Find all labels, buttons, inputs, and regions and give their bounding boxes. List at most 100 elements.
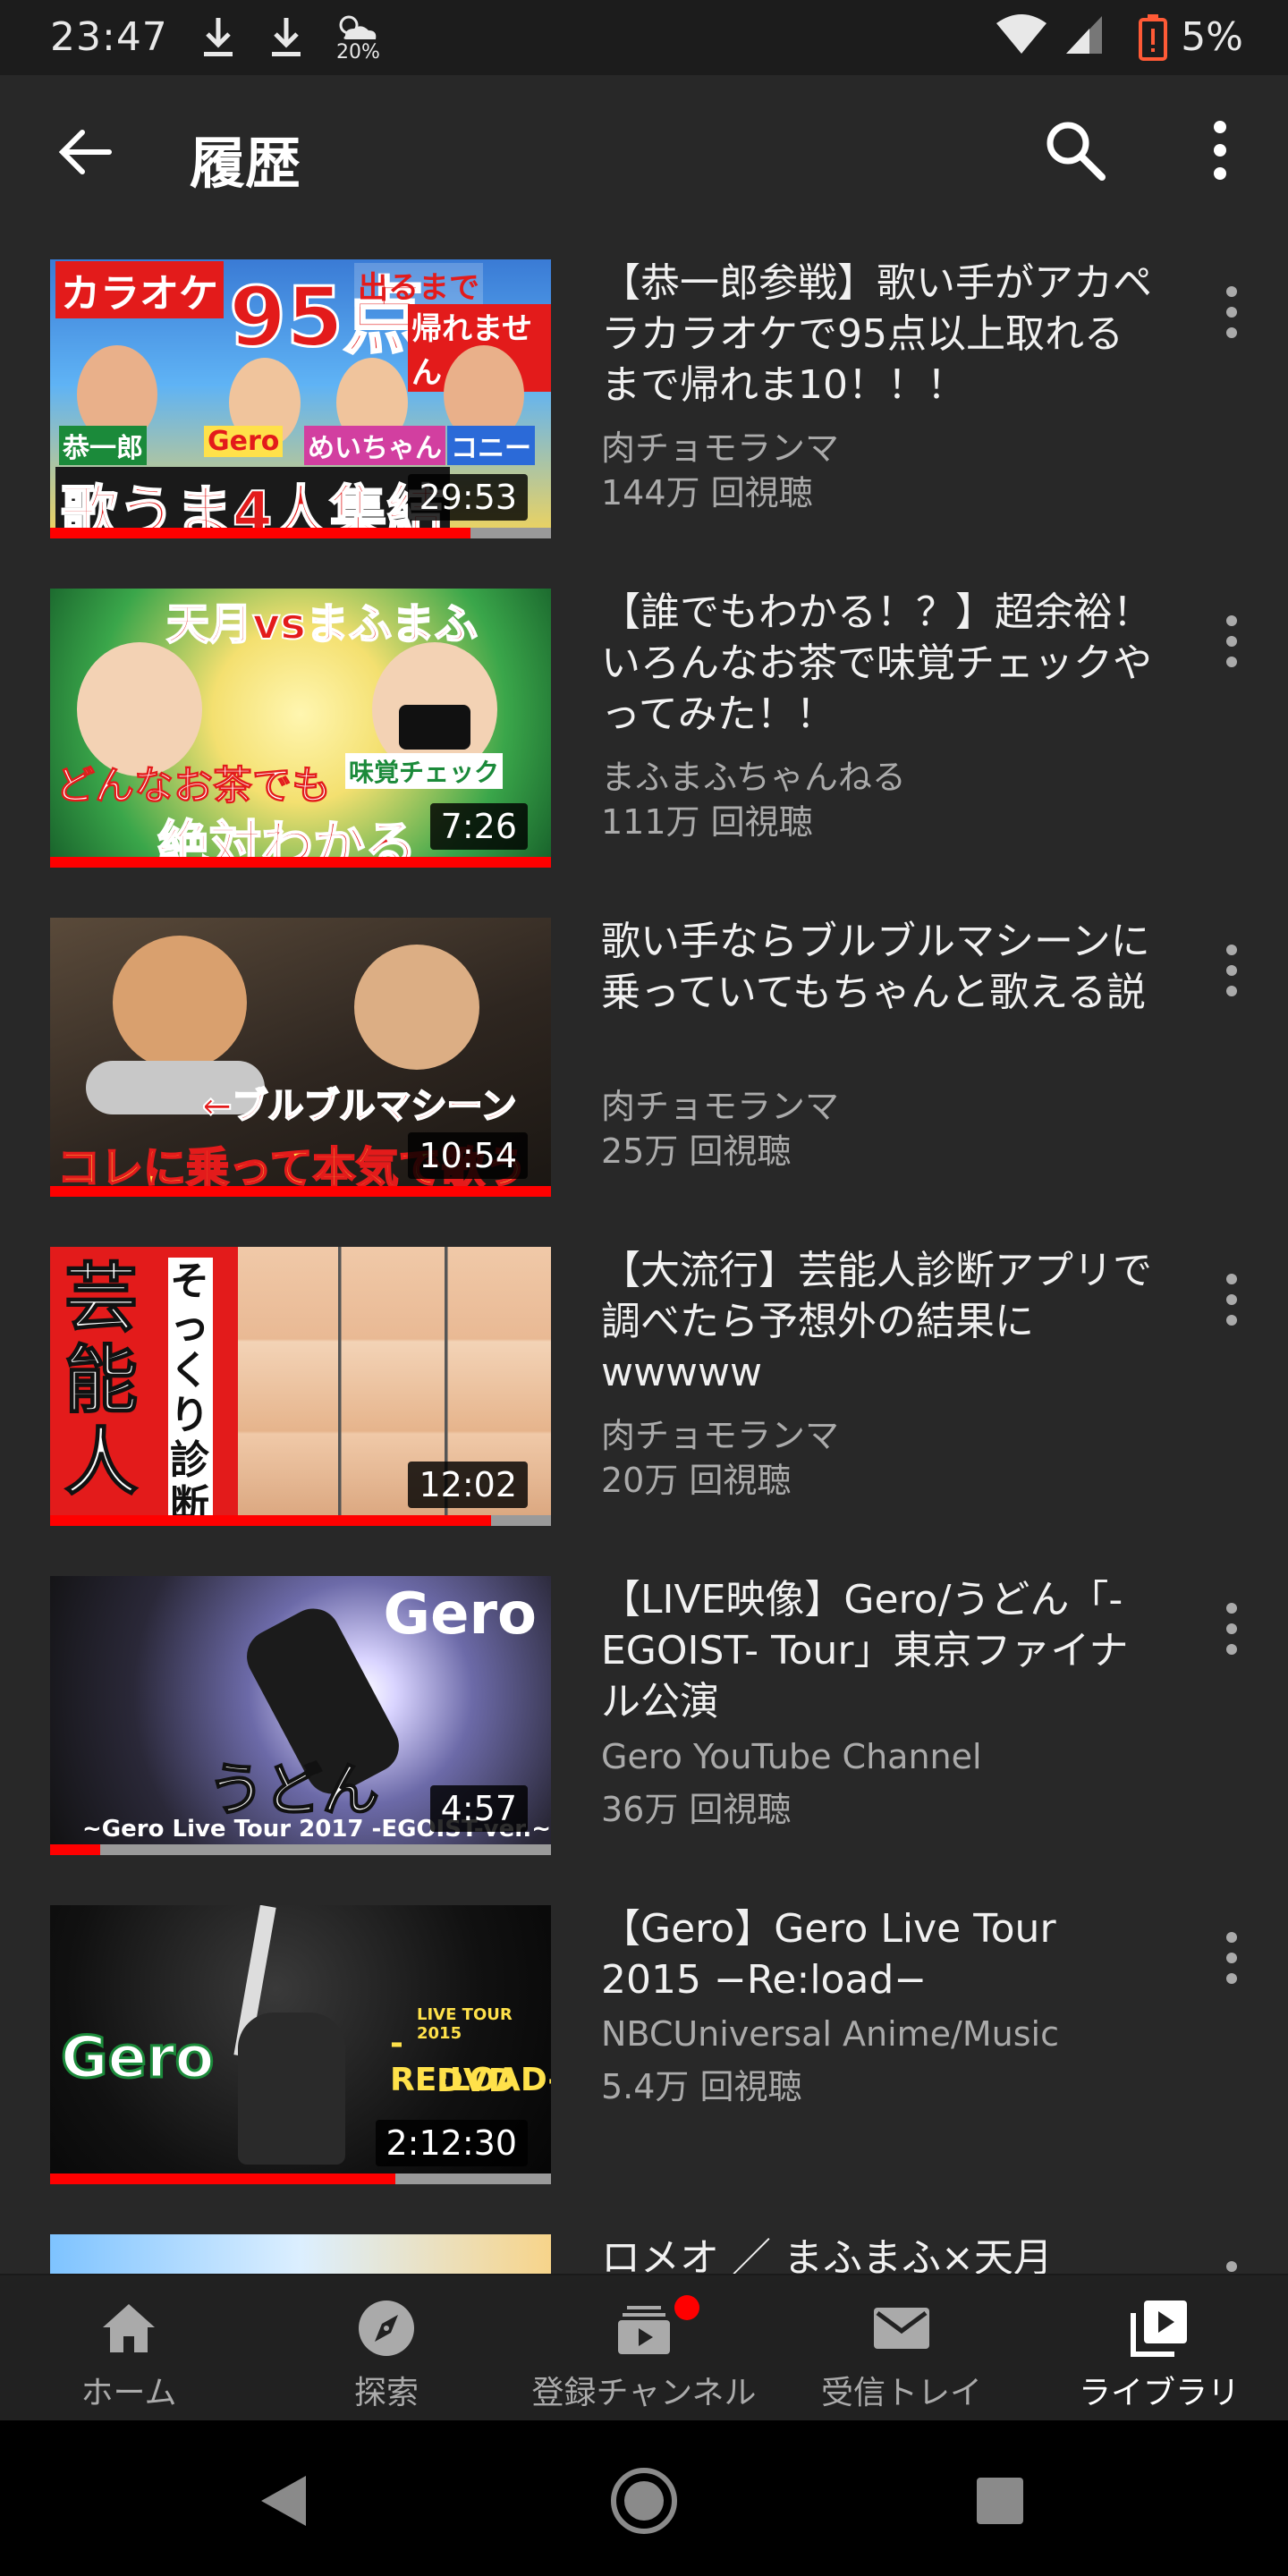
- battery-icon: [1139, 14, 1167, 61]
- nav-home[interactable]: ホーム: [0, 2275, 258, 2422]
- nav-subscriptions[interactable]: 登録チャンネル: [515, 2275, 773, 2422]
- video-thumbnail[interactable]: 天月vsまふまふ 味覚チェック どんなお茶でも 絶対わかる 7:26: [50, 589, 551, 868]
- library-icon: [1131, 2301, 1187, 2357]
- battery-percent: 5%: [1181, 14, 1243, 60]
- status-time: 23:47: [50, 14, 168, 60]
- channel-name: まふまふちゃんねる: [601, 758, 906, 797]
- video-thumbnail[interactable]: Gero LIVE TOUR 2015 -RE:LOAD- DVD 2:12:3…: [50, 1905, 551, 2184]
- video-title[interactable]: 歌い手ならブルブルマシーンに乗っていてもちゃんと歌える説: [601, 916, 1156, 1018]
- video-duration: 10:54: [408, 1132, 528, 1179]
- download-icon: [272, 18, 301, 56]
- view-count: 5.4万 回視聴: [601, 2067, 802, 2106]
- video-title[interactable]: ロメオ ／ まふまふ×天月: [601, 2233, 1156, 2274]
- more-vert-icon[interactable]: [1204, 116, 1236, 184]
- view-count: 144万 回視聴: [601, 473, 813, 513]
- video-title[interactable]: 【Gero】Gero Live Tour 2015 −Re:load−: [601, 1903, 1156, 2005]
- nav-label: ライブラリ: [1078, 2375, 1240, 2411]
- more-vert-icon[interactable]: [1218, 281, 1245, 343]
- signal-icon: [1066, 16, 1102, 54]
- back-triangle-icon[interactable]: [249, 2465, 320, 2537]
- watch-progress-bar: [50, 857, 551, 868]
- view-count: 36万 回視聴: [601, 1790, 792, 1829]
- thumbnail-text: ←ブルブルマシーン: [201, 1085, 518, 1128]
- nav-inbox[interactable]: 受信トレイ: [773, 2275, 1030, 2422]
- recents-square-icon[interactable]: [964, 2465, 1036, 2537]
- thumbnail-text: Gero: [59, 2024, 215, 2093]
- search-icon[interactable]: [1041, 116, 1109, 184]
- thumbnail-text: 芸能人: [64, 1256, 139, 1505]
- page-title: 履歴: [190, 131, 301, 196]
- thumbnail-text: 出るまで: [354, 263, 483, 307]
- video-title[interactable]: 【大流行】芸能人診断アプリで調べたら予想外の結果にwwwww: [601, 1245, 1156, 1398]
- video-thumbnail[interactable]: Gero うどん ~Gero Live Tour 2017 -EGOIST-ve…: [50, 1576, 551, 1855]
- channel-name: NBCUniversal Anime/Music: [601, 2014, 1059, 2054]
- view-count: 111万 回視聴: [601, 802, 813, 842]
- inbox-icon: [874, 2308, 929, 2349]
- more-vert-icon[interactable]: [1218, 2256, 1245, 2274]
- watch-progress-bar: [50, 2174, 551, 2184]
- thumbnail-text: 恭一郎: [59, 426, 147, 465]
- subscriptions-icon: [618, 2306, 670, 2354]
- video-title[interactable]: 【誰でもわかる！？】超余裕！いろんなお茶で味覚チェックやってみた！！: [601, 587, 1156, 740]
- video-thumbnail[interactable]: [50, 2234, 551, 2274]
- thumbnail-text: カラオケ: [55, 261, 224, 318]
- app-header: 履歴: [0, 75, 1288, 225]
- more-vert-icon[interactable]: [1218, 1597, 1245, 1660]
- nav-library[interactable]: ライブラリ: [1030, 2275, 1288, 2422]
- download-icon: [204, 18, 233, 56]
- more-vert-icon[interactable]: [1218, 1927, 1245, 1989]
- watch-progress-bar: [50, 1515, 551, 1526]
- thumbnail-text: Gero: [204, 426, 284, 457]
- arrow-back-icon[interactable]: [54, 120, 118, 184]
- watch-progress-bar: [50, 528, 551, 538]
- thumbnail-text: そっくり診断: [168, 1258, 213, 1526]
- nav-label: 登録チャンネル: [531, 2375, 757, 2411]
- view-count: 20万 回視聴: [601, 1461, 792, 1500]
- list-item[interactable]: 天月vsまふまふ 味覚チェック どんなお茶でも 絶対わかる 7:26 【誰でもわ…: [0, 555, 1288, 884]
- nav-explore[interactable]: 探索: [258, 2275, 515, 2422]
- nav-label: ホーム: [80, 2375, 177, 2411]
- list-item[interactable]: ←ブルブルマシーン コレに乗って本気で歌う 10:54 歌い手ならブルブルマシー…: [0, 884, 1288, 1213]
- list-item[interactable]: 芸能人 そっくり診断 12:02 【大流行】芸能人診断アプリで調べたら予想外の結…: [0, 1213, 1288, 1542]
- thumbnail-text: コニー: [447, 426, 535, 465]
- thumbnail-text: 味覚チェック: [345, 753, 504, 789]
- channel-name: 肉チョモランマ: [601, 428, 840, 468]
- video-duration: 12:02: [408, 1462, 528, 1508]
- channel-name: 肉チョモランマ: [601, 1087, 840, 1126]
- list-item[interactable]: ロメオ ／ まふまふ×天月: [0, 2200, 1288, 2274]
- thumbnail-image: [50, 2234, 551, 2274]
- watch-progress-bar: [50, 1844, 551, 1855]
- video-title[interactable]: 【恭一郎参戦】歌い手がアカペラカラオケで95点以上取れるまで帰れま10！！！: [601, 258, 1156, 411]
- thumbnail-text: うどん: [207, 1757, 380, 1825]
- list-item[interactable]: Gero うどん ~Gero Live Tour 2017 -EGOIST-ve…: [0, 1542, 1288, 1871]
- channel-name: 肉チョモランマ: [601, 1416, 840, 1455]
- home-icon: [103, 2304, 155, 2352]
- wifi-icon: [996, 14, 1046, 54]
- video-thumbnail[interactable]: ←ブルブルマシーン コレに乗って本気で歌う 10:54: [50, 918, 551, 1197]
- thumbnail-text: Gero: [383, 1581, 537, 1648]
- video-duration: 7:26: [429, 803, 528, 850]
- status-bar: 23:47 20% 5%: [0, 0, 1288, 75]
- video-thumbnail[interactable]: カラオケ 95点 出るまで 帰れません 恭一郎 Gero めいちゃん コニー 歌…: [50, 259, 551, 538]
- video-duration: 2:12:30: [375, 2120, 528, 2166]
- more-vert-icon[interactable]: [1218, 1268, 1245, 1331]
- watch-progress-bar: [50, 1186, 551, 1197]
- channel-name: Gero YouTube Channel: [601, 1737, 982, 1776]
- bottom-navigation: ホーム 探索 登録チャンネル 受信トレイ ライブラリ: [0, 2274, 1288, 2420]
- video-title[interactable]: 【LIVE映像】Gero/うどん「-EGOIST- Tour」東京ファイナル公演: [601, 1574, 1156, 1727]
- more-vert-icon[interactable]: [1218, 939, 1245, 1002]
- video-thumbnail[interactable]: 芸能人 そっくり診断 12:02: [50, 1247, 551, 1526]
- view-count: 25万 回視聴: [601, 1131, 792, 1171]
- more-vert-icon[interactable]: [1218, 610, 1245, 673]
- list-item[interactable]: Gero LIVE TOUR 2015 -RE:LOAD- DVD 2:12:3…: [0, 1871, 1288, 2200]
- video-duration: 29:53: [408, 474, 528, 521]
- system-navigation-bar: [0, 2420, 1288, 2576]
- notification-badge: [674, 2295, 699, 2320]
- nav-label: 受信トレイ: [820, 2375, 982, 2411]
- home-circle-icon[interactable]: [608, 2465, 680, 2537]
- video-duration: 4:57: [429, 1785, 528, 1832]
- history-list[interactable]: カラオケ 95点 出るまで 帰れません 恭一郎 Gero めいちゃん コニー 歌…: [0, 225, 1288, 2274]
- thumbnail-text: DVD: [436, 2063, 515, 2099]
- weather-value: 20%: [336, 41, 380, 64]
- list-item[interactable]: カラオケ 95点 出るまで 帰れません 恭一郎 Gero めいちゃん コニー 歌…: [0, 225, 1288, 555]
